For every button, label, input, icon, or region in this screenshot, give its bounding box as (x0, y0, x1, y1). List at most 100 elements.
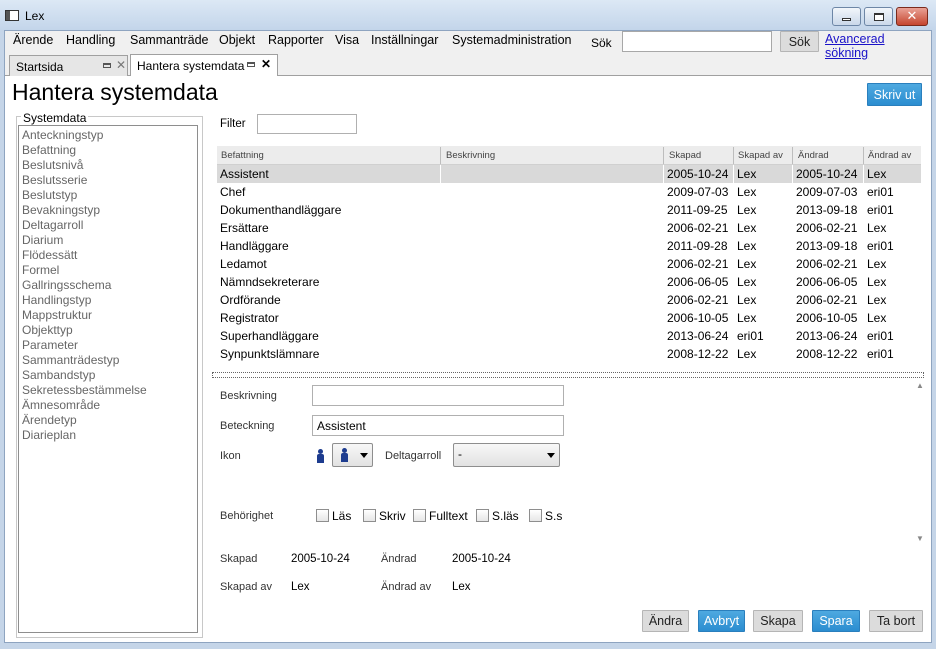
list-item[interactable]: Objekttyp (22, 323, 73, 337)
table-row[interactable]: Synpunktslämnare 2008-12-22 Lex 2008-12-… (217, 345, 921, 363)
systemdata-list[interactable]: Anteckningstyp Befattning Beslutsnivå Be… (18, 125, 198, 633)
search-button[interactable]: Sök (780, 31, 819, 52)
column-header-andrad-av[interactable]: Ändrad av (868, 150, 911, 161)
list-item[interactable]: Ärendetyp (22, 413, 77, 427)
column-header-skapad[interactable]: Skapad (669, 150, 701, 161)
menu-rapporter[interactable]: Rapporter (268, 33, 324, 47)
table-row[interactable]: Registrator 2006-10-05 Lex 2006-10-05 Le… (217, 309, 921, 327)
chevron-down-icon (547, 453, 555, 458)
list-item[interactable]: Ämnesområde (22, 398, 100, 412)
permission-label: Läs (332, 509, 352, 523)
menu-sammantrade[interactable]: Sammanträde (130, 33, 209, 47)
page-title: Hantera systemdata (12, 79, 218, 105)
print-button[interactable]: Skriv ut (867, 83, 922, 106)
behorighet-label: Behörighet (220, 510, 274, 522)
menu-arende[interactable]: Ärende (13, 33, 53, 47)
filter-input[interactable] (257, 114, 357, 134)
scroll-up-arrow-icon[interactable]: ▲ (916, 381, 924, 390)
permission-checkbox-fulltext[interactable] (413, 509, 426, 522)
cell-skapad-av: eri01 (737, 329, 764, 343)
pin-icon[interactable] (103, 63, 111, 68)
andrad-av-label: Ändrad av (381, 581, 432, 593)
list-item[interactable]: Sekretessbestämmelse (22, 383, 147, 397)
list-item[interactable]: Befattning (22, 143, 76, 157)
avbryt-button[interactable]: Avbryt (698, 610, 745, 632)
table-row[interactable]: Ersättare 2006-02-21 Lex 2006-02-21 Lex (217, 219, 921, 237)
deltagarroll-label: Deltagarroll (385, 450, 442, 462)
list-item[interactable]: Parameter (22, 338, 78, 352)
beteckning-input[interactable] (312, 415, 564, 436)
spara-button[interactable]: Spara (812, 610, 860, 632)
cell-andrad-av: Lex (867, 293, 887, 307)
deltagarroll-dropdown[interactable]: - (453, 443, 560, 467)
table-row[interactable]: Dokumenthandläggare 2011-09-25 Lex 2013-… (217, 201, 921, 219)
andra-button[interactable]: Ändra (642, 610, 689, 632)
tab-hantera-systemdata[interactable]: Hantera systemdata ✕ (130, 54, 278, 76)
column-header-andrad[interactable]: Ändrad (798, 150, 829, 161)
list-item[interactable]: Beslutstyp (22, 188, 77, 202)
permission-checkbox-ss[interactable] (529, 509, 542, 522)
close-window-button[interactable]: ✕ (896, 7, 928, 26)
cell-befattning: Registrator (220, 311, 279, 325)
cell-skapad: 2006-06-05 (667, 275, 729, 289)
table-row[interactable]: Superhandläggare 2013-06-24 eri01 2013-0… (217, 327, 921, 345)
list-item[interactable]: Diarium (22, 233, 63, 247)
list-item[interactable]: Deltagarroll (22, 218, 83, 232)
list-item[interactable]: Gallringsschema (22, 278, 111, 292)
list-item[interactable]: Bevakningstyp (22, 203, 100, 217)
list-item[interactable]: Anteckningstyp (22, 128, 103, 142)
table-row[interactable]: Ledamot 2006-02-21 Lex 2006-02-21 Lex (217, 255, 921, 273)
list-item[interactable]: Sammanträdestyp (22, 353, 119, 367)
beskrivning-input[interactable] (312, 385, 564, 406)
menu-objekt[interactable]: Objekt (219, 33, 255, 47)
minimize-button[interactable] (832, 7, 861, 26)
list-item[interactable]: Flödessätt (22, 248, 77, 262)
list-item[interactable]: Mappstruktur (22, 308, 92, 322)
list-item[interactable]: Beslutsserie (22, 173, 87, 187)
menu-installningar[interactable]: Inställningar (371, 33, 438, 47)
table-row[interactable]: Nämndsekreterare 2006-06-05 Lex 2006-06-… (217, 273, 921, 291)
list-item[interactable]: Handlingstyp (22, 293, 91, 307)
tab-startsida[interactable]: Startsida ✕ (9, 55, 128, 76)
list-item[interactable]: Beslutsnivå (22, 158, 83, 172)
cell-andrad: 2006-02-21 (796, 293, 858, 307)
column-header-beskrivning[interactable]: Beskrivning (446, 150, 495, 161)
cell-befattning: Superhandläggare (220, 329, 319, 343)
permission-checkbox-slas[interactable] (476, 509, 489, 522)
cell-andrad-av: Lex (867, 221, 887, 235)
column-header-skapad-av[interactable]: Skapad av (738, 150, 783, 161)
cell-andrad-av: eri01 (867, 347, 894, 361)
list-item[interactable]: Formel (22, 263, 59, 277)
list-item[interactable]: Sambandstyp (22, 368, 95, 382)
cell-skapad-av: Lex (737, 311, 757, 325)
table-row[interactable]: Chef 2009-07-03 Lex 2009-07-03 eri01 (217, 183, 921, 201)
permission-checkbox-las[interactable] (316, 509, 329, 522)
pin-icon[interactable] (247, 62, 255, 67)
table-row-selected[interactable]: Assistent 2005-10-24 Lex 2005-10-24 Lex (217, 165, 921, 183)
skapa-button[interactable]: Skapa (753, 610, 803, 632)
cell-andrad: 2006-06-05 (796, 275, 858, 289)
deltagarroll-value: - (458, 447, 462, 461)
column-header-befattning[interactable]: Befattning (221, 150, 264, 161)
close-tab-icon[interactable]: ✕ (116, 58, 126, 72)
cell-befattning: Handläggare (220, 239, 289, 253)
andrad-label: Ändrad (381, 553, 417, 565)
cell-andrad: 2005-10-24 (796, 167, 858, 181)
ikon-dropdown[interactable] (332, 443, 373, 467)
menu-visa[interactable]: Visa (335, 33, 359, 47)
menu-systemadministration[interactable]: Systemadministration (452, 33, 572, 47)
table-row[interactable]: Handläggare 2011-09-28 Lex 2013-09-18 er… (217, 237, 921, 255)
list-item[interactable]: Diarieplan (22, 428, 76, 442)
table-row[interactable]: Ordförande 2006-02-21 Lex 2006-02-21 Lex (217, 291, 921, 309)
scroll-down-arrow-icon[interactable]: ▼ (916, 534, 924, 543)
menu-handling[interactable]: Handling (66, 33, 115, 47)
maximize-button[interactable] (864, 7, 893, 26)
grid-splitter[interactable] (212, 372, 924, 378)
filter-label: Filter (220, 118, 246, 130)
permission-checkbox-skriv[interactable] (363, 509, 376, 522)
app-icon (5, 10, 19, 21)
close-tab-icon[interactable]: ✕ (261, 57, 271, 71)
cell-skapad: 2006-10-05 (667, 311, 729, 325)
ta-bort-button[interactable]: Ta bort (869, 610, 923, 632)
search-input[interactable] (622, 31, 772, 52)
